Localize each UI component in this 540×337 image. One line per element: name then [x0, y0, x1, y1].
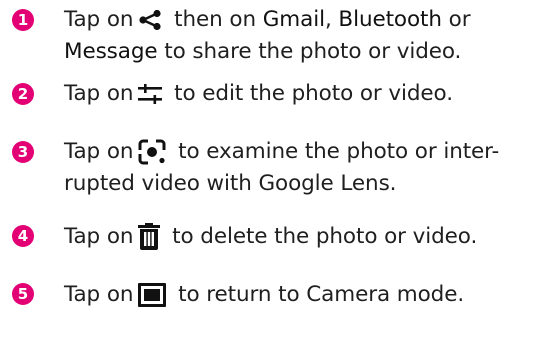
step-prefix: Tap on — [64, 81, 134, 106]
separator: or — [441, 7, 471, 32]
step-text-line2: rupted video with Google Lens. — [64, 171, 397, 196]
camera-mode-icon — [137, 282, 167, 308]
step-text-part: to examine the photo or inter- — [171, 139, 500, 164]
instruction-list: 1 Tap on then on Gmail, Bluetooth or Mes… — [0, 0, 540, 337]
step-text-part: then on — [167, 7, 263, 32]
step-text: Tap on then on Gmail, Bluetooth or Messa… — [64, 4, 516, 68]
step-text: Tap on to delete the photo or video. — [64, 221, 516, 253]
step-number-badge: 5 — [12, 283, 34, 305]
step-number-badge: 1 — [12, 9, 34, 31]
step-text-part: to return to Camera mode. — [171, 282, 465, 307]
step-prefix: Tap on — [64, 224, 134, 249]
step-text-part: to edit the photo or video. — [167, 81, 453, 106]
step-prefix: Tap on — [64, 282, 134, 307]
option-gmail: Gmail — [262, 7, 325, 32]
edit-sliders-icon — [137, 83, 163, 105]
step-number-badge: 4 — [12, 225, 34, 247]
step-number-badge: 3 — [12, 141, 34, 163]
step-text: Tap on to examine the photo or inter- ru… — [64, 136, 516, 200]
option-message: Message — [64, 39, 158, 64]
separator: , — [324, 7, 339, 32]
option-bluetooth: Bluetooth — [338, 7, 442, 32]
step-text-part: to delete the photo or video. — [165, 224, 478, 249]
step-text: Tap on to return to Camera mode. — [64, 279, 516, 311]
step-prefix: Tap on — [64, 139, 134, 164]
step-number-badge: 2 — [12, 83, 34, 105]
google-lens-icon — [137, 139, 167, 165]
step-text-part: to share the photo or video. — [157, 39, 462, 64]
trash-icon — [137, 223, 161, 251]
step-prefix: Tap on — [64, 7, 134, 32]
share-icon — [137, 9, 163, 31]
step-text: Tap on to edit the photo or video. — [64, 78, 516, 110]
